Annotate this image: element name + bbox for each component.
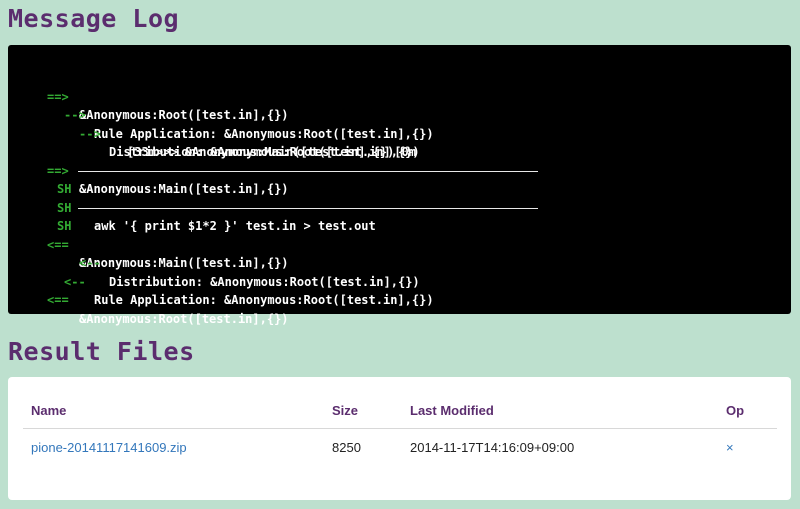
log-line: <-- Distribution: &Anonymous:Root([test.… — [8, 236, 791, 289]
log-separator — [78, 207, 538, 209]
message-log-title: Message Log — [8, 4, 180, 33]
file-download-link[interactable]: pione-20141117141609.zip — [31, 440, 187, 455]
log-line: <== &Anonymous:Main([test.in],{}) — [8, 217, 791, 271]
log-line: --> Rule Application: &Anonymous:Root([t… — [8, 88, 791, 141]
log-line: --> Distribution: &Anonymous:Root([test.… — [8, 106, 791, 160]
table-header-divider — [23, 428, 777, 429]
log-text: &Anonymous:Root([test.in],{}) — [79, 311, 289, 326]
log-text: Rule Application: &Anonymous:Root([test.… — [94, 293, 434, 307]
log-line: ==> &Anonymous:Main([test.in],{}) — [8, 143, 791, 197]
column-header-last-modified: Last Modified — [410, 403, 494, 418]
log-separator — [78, 170, 538, 172]
result-files-table: Name Size Last Modified Op pione-2014111… — [8, 377, 791, 500]
log-line: [33m>>> &Anonymous:Main([test.in],{})[0m — [8, 125, 791, 159]
column-header-op: Op — [726, 403, 745, 418]
log-line: <== &Anonymous:Root([test.in],{}) — [8, 273, 791, 326]
file-size: 8250 — [332, 440, 361, 455]
file-last-modified: 2014-11-17T14:16:09+09:00 — [410, 440, 575, 455]
column-header-size: Size — [332, 403, 359, 418]
log-line: SH awk '{ print $1*2 }' test.in > test.o… — [8, 180, 791, 234]
log-line: ==> &Anonymous:Root([test.in],{}) — [8, 69, 791, 123]
log-line: SH — [8, 162, 791, 196]
delete-file-icon[interactable]: × — [726, 440, 734, 455]
log-marker: <== — [47, 293, 69, 307]
result-files-title: Result Files — [8, 337, 195, 366]
log-line: SH — [8, 199, 791, 233]
column-header-name: Name — [31, 403, 67, 418]
log-line: <-- Rule Application: &Anonymous:Root([t… — [8, 254, 791, 308]
message-log-console: ==> &Anonymous:Root([test.in],{}) --> Ru… — [8, 45, 791, 326]
